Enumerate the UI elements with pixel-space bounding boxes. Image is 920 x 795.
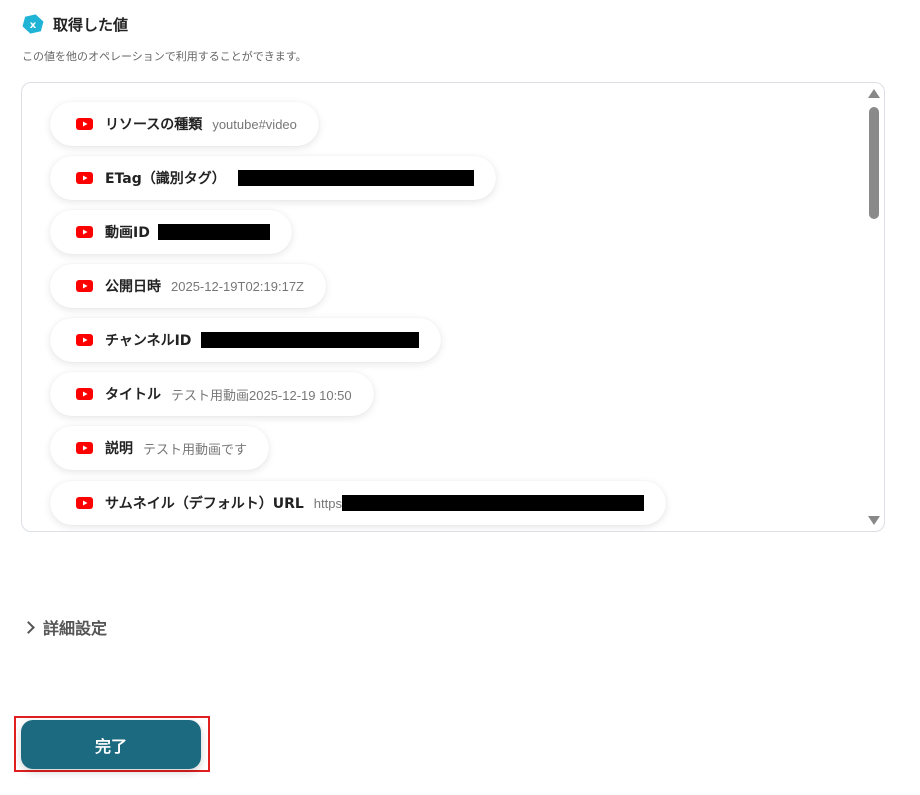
- youtube-icon: [76, 388, 93, 400]
- output-value-chip[interactable]: 動画ID: [50, 210, 292, 254]
- x-hex-icon: x: [22, 13, 44, 35]
- chip-label: 公開日時: [105, 279, 161, 295]
- output-values-panel: リソースの種類 youtube#video ETag（識別タグ） 動画ID 公開…: [21, 82, 885, 532]
- chip-label: チャンネルID: [105, 333, 192, 349]
- youtube-icon: [76, 172, 93, 184]
- youtube-icon: [76, 334, 93, 346]
- output-value-chip[interactable]: ETag（識別タグ）: [50, 156, 496, 200]
- output-value-chip[interactable]: 公開日時 2025-12-19T02:19:17Z: [50, 264, 326, 308]
- youtube-icon: [76, 497, 93, 509]
- youtube-icon: [76, 280, 93, 292]
- youtube-icon: [76, 118, 93, 130]
- section-description: この値を他のオペレーションで利用することができます。: [22, 50, 307, 63]
- advanced-settings-toggle[interactable]: 詳細設定: [22, 615, 108, 639]
- youtube-icon: [76, 226, 93, 238]
- chip-value: 2025-12-19T02:19:17Z: [171, 278, 304, 294]
- output-value-chip[interactable]: 説明 テスト用動画です: [50, 426, 270, 470]
- chip-label: タイトル: [105, 387, 161, 403]
- chip-label: 説明: [105, 441, 133, 457]
- section-header: x 取得した値: [22, 13, 128, 35]
- chip-label: 動画ID: [105, 225, 150, 241]
- redacted-value: [201, 332, 420, 348]
- redacted-value: [341, 495, 644, 511]
- output-value-chip[interactable]: チャンネルID: [50, 318, 442, 362]
- advanced-settings-label: 詳細設定: [43, 619, 108, 638]
- chip-label: リソースの種類: [105, 117, 203, 133]
- chip-value: youtube#video: [212, 116, 297, 132]
- chip-value: テスト用動画2025-12-19 10:50: [171, 387, 352, 403]
- chevron-right-icon: [22, 620, 35, 634]
- youtube-icon: [76, 442, 93, 454]
- scrollbar-thumb[interactable]: [869, 107, 879, 219]
- output-value-chip[interactable]: サムネイル（デフォルト）URL https: [50, 481, 666, 525]
- svg-text:x: x: [30, 20, 37, 31]
- chip-value: https: [313, 495, 342, 511]
- chip-label: サムネイル（デフォルト）URL: [105, 496, 304, 512]
- output-value-chip[interactable]: タイトル テスト用動画2025-12-19 10:50: [50, 372, 374, 416]
- redacted-value: [237, 170, 474, 186]
- done-button[interactable]: 完了: [21, 720, 201, 769]
- chip-value: テスト用動画です: [143, 441, 248, 457]
- output-values-list: リソースの種類 youtube#video ETag（識別タグ） 動画ID 公開…: [22, 83, 864, 531]
- chip-label: ETag（識別タグ）: [105, 171, 226, 187]
- output-value-chip[interactable]: リソースの種類 youtube#video: [50, 102, 319, 146]
- redacted-value: [157, 224, 270, 240]
- scroll-down-arrow-icon[interactable]: [868, 516, 880, 525]
- section-title: 取得した値: [53, 15, 129, 34]
- scroll-up-arrow-icon[interactable]: [868, 89, 880, 98]
